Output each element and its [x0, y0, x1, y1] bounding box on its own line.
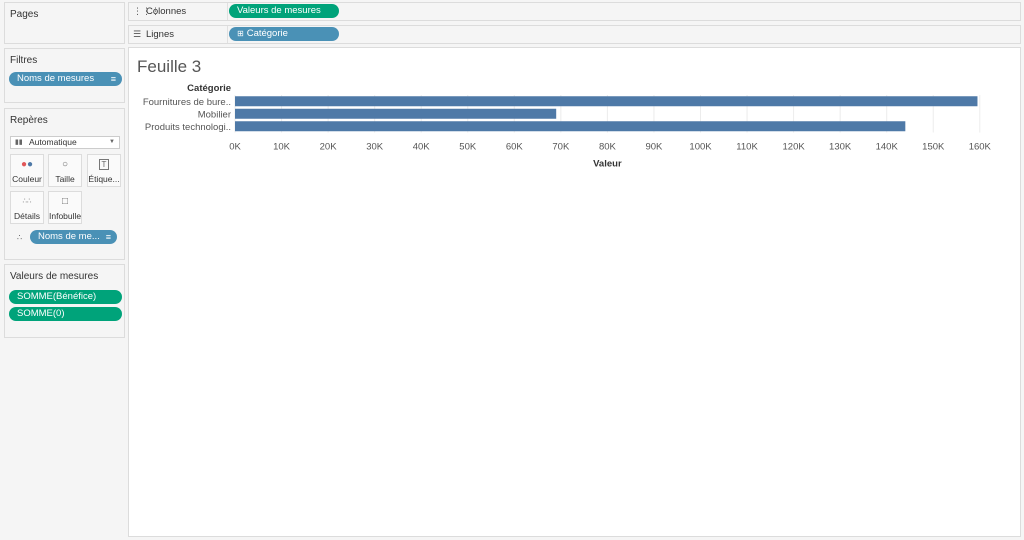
- mark-type-dropdown[interactable]: ▮▮ Automatique ▼: [10, 136, 120, 149]
- tooltip-button[interactable]: □ Infobulle: [48, 191, 82, 224]
- x-tick-label: 120K: [783, 142, 806, 153]
- size-button-label: Taille: [55, 174, 75, 184]
- x-tick-label: 60K: [506, 142, 524, 153]
- sort-icon: ≡: [105, 232, 111, 242]
- x-tick-label: 160K: [969, 142, 992, 153]
- text-label-icon: T: [88, 159, 120, 171]
- x-tick-label: 140K: [876, 142, 899, 153]
- bar[interactable]: [235, 108, 557, 119]
- measure-pill-profit[interactable]: SOMME(Bénéfice): [9, 290, 122, 304]
- filter-pill-label: Noms de mesures: [17, 73, 95, 84]
- expand-plus-icon: ⊞: [237, 29, 244, 38]
- bar-chart[interactable]: Catégorie Fournitures de bure..Mobilier Pr…: [129, 78, 1020, 238]
- x-tick-label: 20K: [320, 142, 338, 153]
- detail-field-icon: ∴: [17, 233, 23, 242]
- size-shapes-icon: ○: [61, 159, 69, 170]
- x-axis-title: Valeur: [593, 159, 622, 170]
- detail-pill-label: Noms de me...: [38, 231, 100, 242]
- x-tick-label: 50K: [459, 142, 477, 153]
- x-tick-label: 100K: [689, 142, 712, 153]
- x-tick-label: 90K: [645, 142, 663, 153]
- sheet-canvas[interactable]: Feuille 3 Catégorie Fournitures de bure..…: [128, 47, 1021, 537]
- label-button-label: Étique...: [88, 174, 120, 184]
- size-button[interactable]: ○ Taille: [48, 154, 82, 187]
- columns-pill-measure-values[interactable]: Valeurs de mesures: [229, 4, 339, 18]
- measure-pill-zero[interactable]: SOMME(0): [9, 307, 122, 321]
- row-header-label: Catégorie: [187, 83, 231, 94]
- pages-card[interactable]: Pages: [4, 2, 125, 44]
- detail-dots-icon: ∴∴: [22, 198, 32, 205]
- rows-shelf-label: Lignes: [146, 29, 174, 40]
- columns-shelf[interactable]: ⋮⋮⋮ Colonnes Valeurs de mesures: [128, 2, 1021, 21]
- rows-shelf[interactable]: ☰ Lignes ⊞ Catégorie: [128, 25, 1021, 44]
- pages-title: Pages: [10, 9, 39, 20]
- filter-pill-measure-names[interactable]: Noms de mesures ≡: [9, 72, 122, 86]
- x-tick-label: 80K: [599, 142, 617, 153]
- x-tick-label: 110K: [736, 142, 758, 153]
- x-tick-label: 70K: [552, 142, 570, 153]
- marks-card[interactable]: Repères ▮▮ Automatique ▼ ●● Couleur ○ Ta…: [4, 108, 125, 260]
- x-tick-label: 40K: [413, 142, 431, 153]
- x-tick-label: 0K: [229, 142, 241, 153]
- sheet-title: Feuille 3: [137, 57, 202, 76]
- sort-icon: ≡: [110, 74, 116, 84]
- measure-values-title: Valeurs de mesures: [10, 271, 99, 282]
- detail-pill-measure-names[interactable]: Noms de me... ≡: [30, 230, 117, 244]
- rows-pill-category[interactable]: ⊞ Catégorie: [229, 27, 339, 41]
- tooltip-button-label: Infobulle: [49, 211, 81, 221]
- x-tick-label: 130K: [829, 142, 852, 153]
- rows-icon: ☰: [133, 29, 142, 39]
- category-label: Produits technologi..: [145, 122, 231, 133]
- color-button[interactable]: ●● Couleur: [10, 154, 44, 187]
- category-label: Mobilier: [198, 109, 231, 120]
- shelf-divider: [227, 3, 228, 20]
- columns-shelf-label: Colonnes: [146, 6, 187, 17]
- detail-button[interactable]: ∴∴ Détails: [10, 191, 44, 224]
- mark-type-value: Automatique: [29, 137, 77, 147]
- bar[interactable]: [235, 121, 906, 132]
- rows-pill-label: Catégorie: [246, 28, 288, 39]
- measure-pill-label: SOMME(Bénéfice): [17, 291, 97, 302]
- x-tick-label: 30K: [366, 142, 384, 153]
- filters-title: Filtres: [10, 55, 38, 66]
- filters-card[interactable]: Filtres Noms de mesures ≡: [4, 48, 125, 103]
- shelf-divider: [227, 26, 228, 43]
- label-button[interactable]: T Étique...: [87, 154, 121, 187]
- color-dots-icon: ●●: [20, 159, 34, 170]
- columns-pill-label: Valeurs de mesures: [237, 5, 321, 16]
- bar[interactable]: [235, 96, 978, 107]
- tooltip-bubble-icon: □: [61, 196, 69, 207]
- measure-pill-label: SOMME(0): [17, 308, 65, 319]
- x-tick-label: 10K: [273, 142, 291, 153]
- bar-chart-icon: ▮▮: [15, 139, 23, 146]
- category-label: Fournitures de bure..: [143, 97, 231, 108]
- detail-button-label: Détails: [14, 211, 40, 221]
- measure-values-card[interactable]: Valeurs de mesures SOMME(Bénéfice) SOMME…: [4, 264, 125, 338]
- marks-title: Repères: [10, 115, 48, 126]
- color-button-label: Couleur: [12, 174, 42, 184]
- x-tick-label: 150K: [922, 142, 945, 153]
- chevron-down-icon: ▼: [109, 139, 115, 145]
